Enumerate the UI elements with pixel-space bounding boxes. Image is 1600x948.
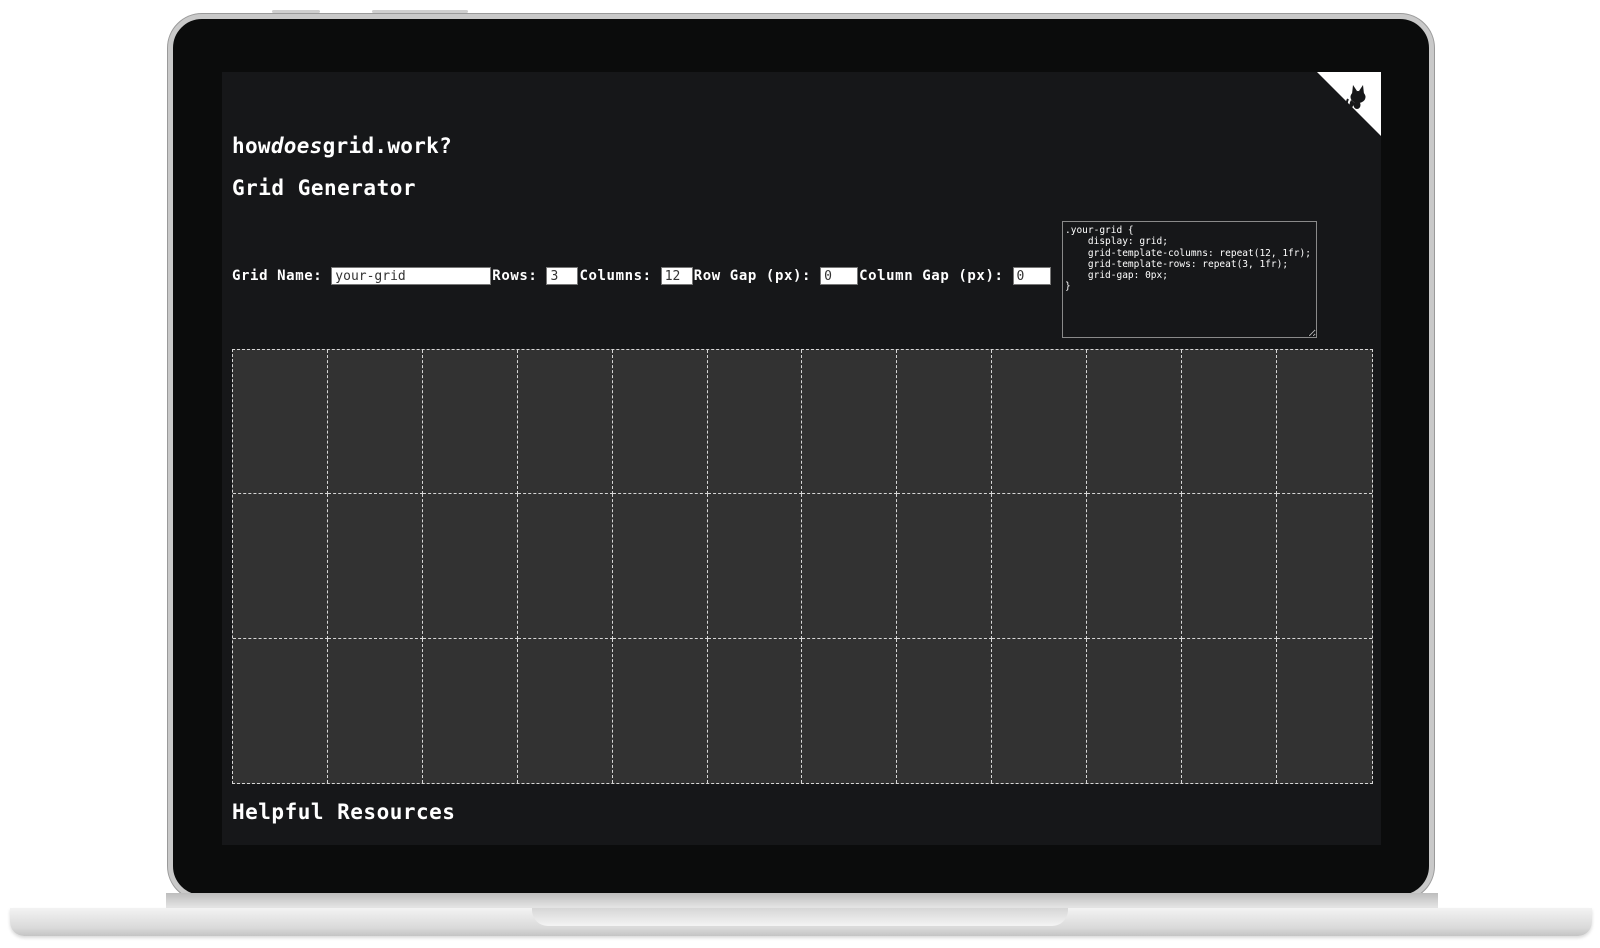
grid-cell <box>802 494 898 639</box>
rows-input[interactable] <box>546 267 579 285</box>
laptop-notch-right <box>372 10 468 13</box>
grid-cell <box>1277 350 1372 495</box>
grid-cell <box>233 350 328 495</box>
grid-cell <box>1277 638 1372 783</box>
grid-cell <box>327 638 423 783</box>
grid-cell <box>1182 494 1278 639</box>
grid-controls: Grid Name: Rows: Columns: Row Gap (px): … <box>232 266 1051 286</box>
grid-cell <box>992 350 1088 495</box>
row-gap-label: Row Gap (px): <box>693 268 812 284</box>
grid-cell <box>707 350 803 495</box>
grid-cell <box>517 350 613 495</box>
column-gap-label: Column Gap (px): <box>859 268 1004 284</box>
column-gap-input[interactable] <box>1012 267 1051 285</box>
grid-cell <box>897 494 993 639</box>
grid-cell <box>422 350 518 495</box>
rows-label: Rows: <box>492 268 538 284</box>
browser-viewport: howdoesgrid.work? Grid Generator Grid Na… <box>222 72 1381 845</box>
columns-input[interactable] <box>660 267 693 285</box>
grid-name-label: Grid Name: <box>232 268 323 284</box>
github-octocat-icon <box>1317 72 1381 136</box>
grid-cell <box>897 638 993 783</box>
grid-cell <box>1087 638 1183 783</box>
site-title-how: how <box>232 134 271 158</box>
grid-cell <box>612 494 708 639</box>
grid-cell <box>707 494 803 639</box>
css-output-textarea[interactable]: .your-grid { display: grid; grid-templat… <box>1062 221 1317 338</box>
grid-cell <box>233 638 328 783</box>
grid-generator-heading: Grid Generator <box>232 176 417 200</box>
site-title: howdoesgrid.work? <box>232 134 452 158</box>
grid-cell <box>233 494 328 639</box>
grid-cell <box>1277 494 1372 639</box>
grid-cell <box>1182 638 1278 783</box>
grid-cell <box>1087 350 1183 495</box>
grid-cell <box>612 638 708 783</box>
grid-cell <box>802 638 898 783</box>
grid-cell <box>517 494 613 639</box>
grid-cell <box>327 350 423 495</box>
grid-cell <box>992 638 1088 783</box>
site-title-does: does <box>270 134 323 158</box>
laptop-notch-left <box>272 10 320 13</box>
grid-cell <box>422 638 518 783</box>
grid-cell <box>802 350 898 495</box>
site-title-domain: grid.work? <box>322 134 453 158</box>
grid-cell <box>992 494 1088 639</box>
grid-cell <box>707 638 803 783</box>
columns-label: Columns: <box>579 268 652 284</box>
grid-cell <box>897 350 993 495</box>
laptop-base-groove <box>532 908 1068 926</box>
laptop-hinge <box>166 893 1438 909</box>
grid-cell <box>327 494 423 639</box>
grid-cell <box>1087 494 1183 639</box>
grid-cell <box>1182 350 1278 495</box>
grid-cell <box>517 638 613 783</box>
grid-preview <box>232 349 1373 784</box>
grid-name-input[interactable] <box>331 267 492 285</box>
grid-cell <box>422 494 518 639</box>
row-gap-input[interactable] <box>820 267 859 285</box>
helpful-resources-heading: Helpful Resources <box>232 800 456 824</box>
grid-cell <box>612 350 708 495</box>
github-corner-link[interactable] <box>1317 72 1381 136</box>
